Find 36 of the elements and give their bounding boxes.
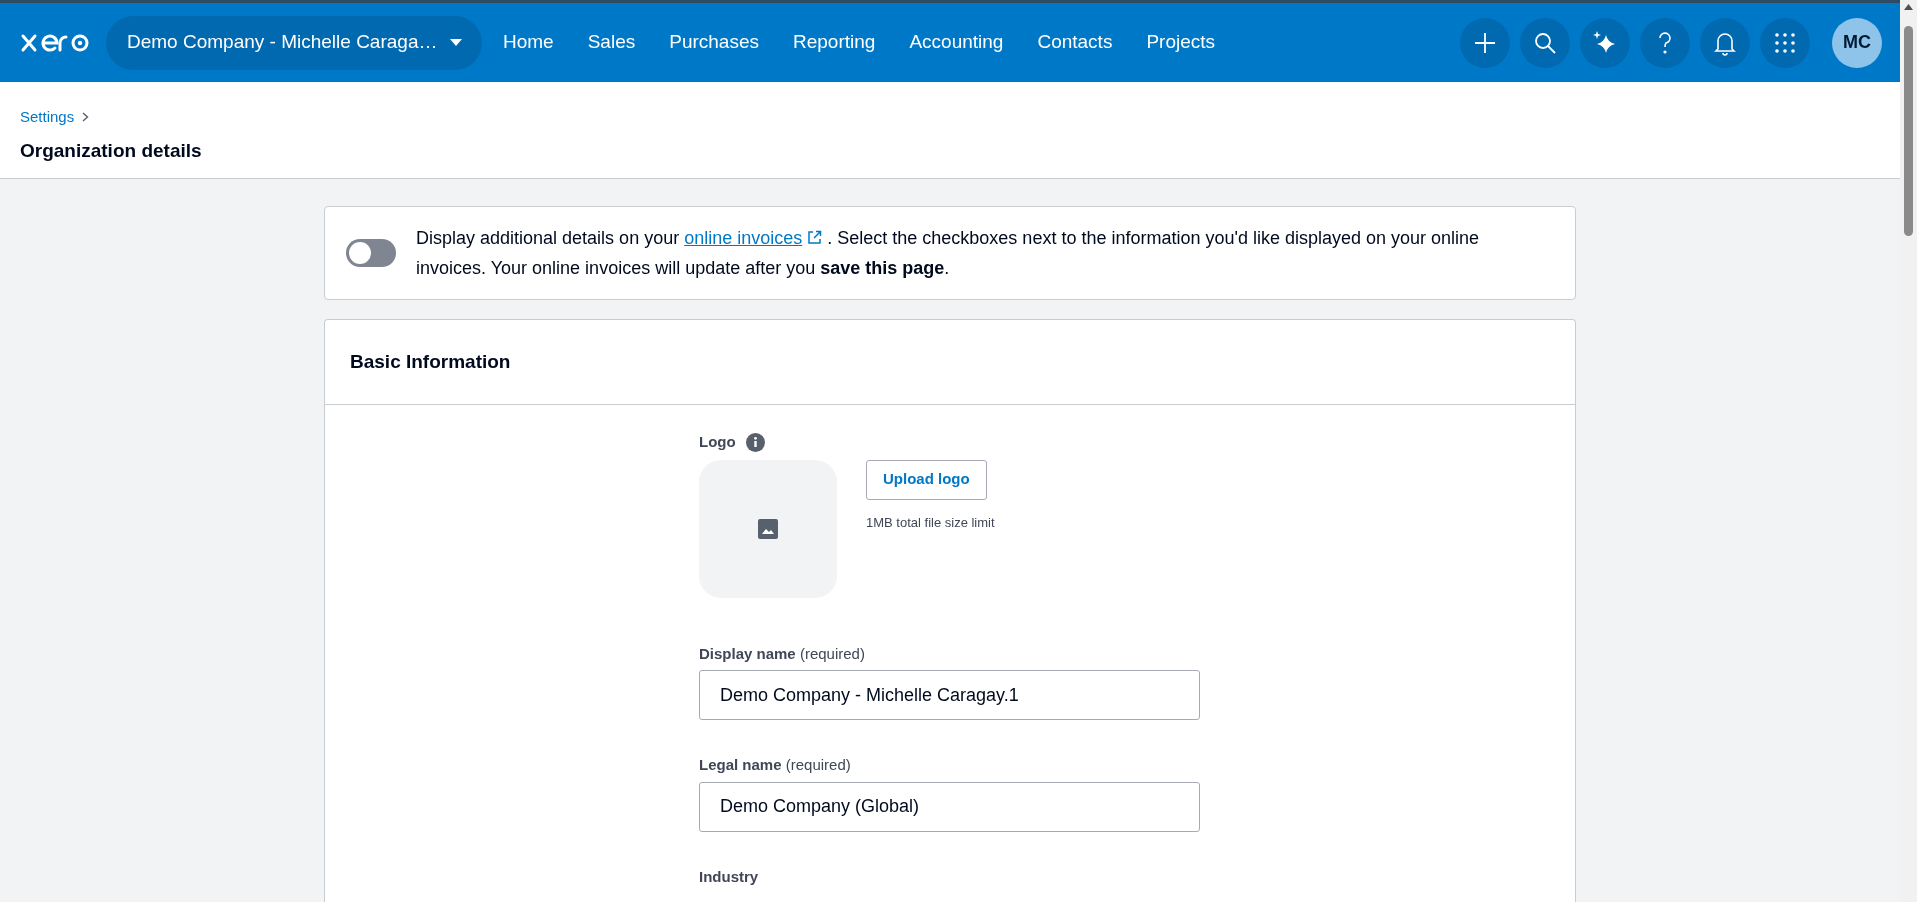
external-link-icon: [807, 230, 823, 245]
help-icon[interactable]: [1640, 17, 1690, 68]
info-icon[interactable]: [745, 432, 765, 452]
nav-link[interactable]: Sales: [570, 28, 653, 57]
toggle-switch[interactable]: [346, 239, 396, 267]
nav-link[interactable]: Purchases: [652, 28, 776, 57]
apps-grid-icon[interactable]: [1760, 17, 1810, 68]
breadcrumb-link[interactable]: Settings: [20, 106, 75, 129]
search-icon[interactable]: [1520, 17, 1570, 68]
file-size-hint: 1MB total file size limit: [866, 513, 995, 532]
scrollbar-thumb[interactable]: [1904, 26, 1913, 236]
logo-label: Logo: [699, 432, 736, 452]
chevron-right-icon: [82, 112, 90, 123]
nav-link[interactable]: Contacts: [1020, 28, 1130, 57]
nav-link[interactable]: Accounting: [892, 28, 1021, 57]
nav-link[interactable]: Projects: [1129, 28, 1233, 57]
card-title: Basic Information: [350, 349, 511, 374]
text-field[interactable]: Demo Company (Global): [699, 781, 1200, 832]
user-avatar[interactable]: MC: [1832, 17, 1882, 68]
online-invoices-link[interactable]: online invoices: [684, 228, 823, 248]
caret-icon: [450, 39, 462, 46]
add-icon[interactable]: [1460, 17, 1510, 68]
text-field[interactable]: Demo Company - Michelle Caragay.1: [699, 670, 1200, 720]
sparkle-icon[interactable]: [1580, 17, 1630, 68]
organization-switcher[interactable]: Demo Company - Michelle Caraga…: [106, 15, 482, 70]
banner-text: Display additional details on your online invoices . Select the checkboxes next to the information you'd like displayed on your online invoices. Your online invoices will update after you save this page.: [416, 227, 1481, 280]
nav-link[interactable]: Reporting: [776, 28, 893, 57]
field-label: Legal name (required): [699, 755, 852, 775]
scroll-up-arrow-icon[interactable]: [1904, 4, 1913, 10]
upload-logo-button[interactable]: Upload logo: [866, 459, 987, 500]
image-icon: [758, 518, 778, 539]
bell-icon[interactable]: [1700, 17, 1750, 68]
field-label: Industry: [699, 866, 760, 887]
nav-link[interactable]: Home: [486, 28, 571, 57]
page-title: Organization details: [20, 138, 203, 163]
field-label: Display name (required): [699, 643, 866, 664]
